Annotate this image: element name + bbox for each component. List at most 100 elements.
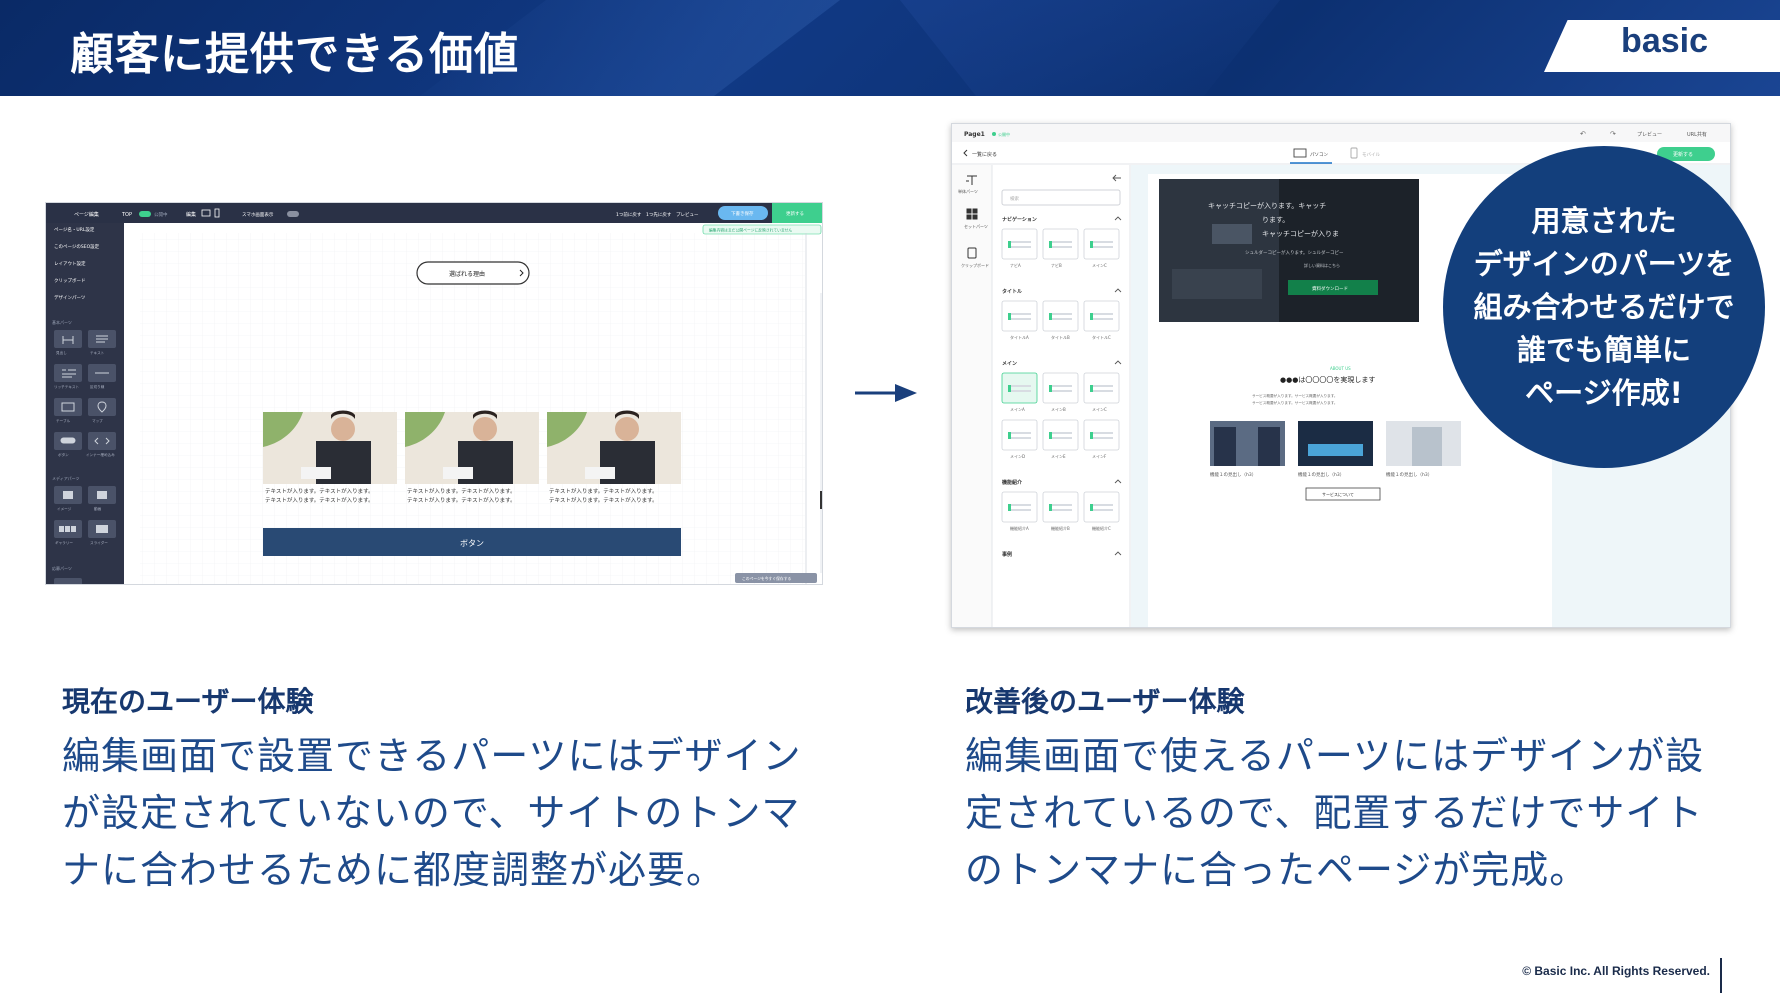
thumbnail-line (1008, 246, 1031, 248)
part-label: メインF (1092, 454, 1107, 459)
part-thumbnail[interactable] (1083, 419, 1120, 451)
thumbnail-line (1008, 432, 1031, 434)
save-draft-label: 下書き保存 (731, 210, 754, 217)
hero-small-text: 詳しい資料はこちら (1304, 262, 1340, 268)
page-scroll-thumb[interactable] (820, 491, 823, 509)
sidebar-item[interactable]: デザインパーツ (54, 294, 86, 301)
heading-part-tile[interactable] (54, 330, 82, 348)
card-text: テキストが入ります。テキストが入ります。 (407, 496, 516, 504)
parts-search-input[interactable] (1001, 189, 1121, 206)
section-title: ナビゲーション (1002, 216, 1037, 223)
part-label: 機能紹介C (1092, 525, 1111, 531)
thumbnail-accent (1049, 313, 1052, 320)
description-line: 定されているので、配置するだけでサイト (965, 791, 1704, 835)
part-thumbnail[interactable] (1001, 372, 1038, 404)
redo-button[interactable]: 1つ先に戻す (646, 211, 672, 218)
map-part-tile[interactable] (88, 398, 116, 416)
gallery-icon (59, 526, 64, 532)
redo-icon[interactable]: ↷ (1610, 130, 1616, 138)
page-title: 顧客に提供できる価値 (70, 29, 520, 80)
slide: 顧客に提供できる価値 basic ページ編集 TOP 公開中 編集 スマホ画面表… (0, 0, 1780, 993)
part-label: メインE (1051, 454, 1066, 459)
part-thumbnail[interactable] (1001, 300, 1038, 332)
copyright: © Basic Inc. All Rights Reserved. (1522, 964, 1710, 978)
part-label: テキスト (90, 350, 105, 355)
sidebar-item[interactable]: ページ名・URL設定 (54, 226, 95, 233)
part-label: ボタン (58, 452, 69, 457)
part-thumbnail[interactable] (1001, 491, 1038, 523)
about-label: ABOUT US (1330, 366, 1351, 371)
page-edit-tab[interactable]: ページ編集 (74, 211, 99, 218)
sidebar-item[interactable]: このページのSEO設定 (54, 243, 100, 250)
url-share-button[interactable]: URL共有 (1687, 131, 1707, 138)
part-thumbnail[interactable] (1042, 419, 1079, 451)
old-editor-ui: ページ編集 TOP 公開中 編集 スマホ画面表示 1つ前に戻す 1つ先に戻す プ… (46, 203, 823, 585)
part-label: タイトルB (1051, 334, 1070, 340)
about-heading: ●●●は〇〇〇〇を実現します (1280, 375, 1375, 384)
card-text: テキストが入ります。テキストが入ります。 (549, 487, 658, 495)
undo-button[interactable]: 1つ前に戻す (616, 211, 642, 218)
thumbnail-line (1049, 318, 1072, 320)
form-part-tile[interactable] (54, 578, 82, 585)
sidebar-item[interactable]: クリップボード (54, 277, 86, 284)
thumbnail-line (1008, 385, 1031, 387)
part-thumbnail[interactable] (1042, 491, 1079, 523)
thumbnail-accent (1008, 241, 1011, 248)
current-ux-description: 編集画面で設置できるパーツにはデザイン が設定されていないので、サイトのトンマ … (62, 728, 801, 899)
table-part-tile[interactable] (54, 398, 82, 416)
part-label: ナビB (1051, 262, 1062, 268)
feature-title: 機能１の見出し（h3） (1210, 471, 1256, 478)
part-label: メインA (1010, 407, 1025, 412)
status-label: 公開中 (998, 131, 1010, 137)
part-label: イメージ (57, 507, 72, 511)
part-thumbnail[interactable] (1083, 300, 1120, 332)
callout-line: ページ作成! (1525, 375, 1683, 410)
hero-copy: キャッチコピーが入ります。キャッチ (1208, 201, 1326, 210)
notice-text: 編集内容はまだ公開ページに反映されていません (709, 228, 792, 233)
callout-badge: 用意された デザインのパーツを 組み合わせるだけで 誰でも簡単に ページ作成! (1443, 146, 1765, 468)
description-line: のトンマナに合ったページが完成。 (965, 848, 1589, 892)
callout-line: 組み合わせるだけで (1473, 289, 1735, 324)
part-label: ギャラリー (55, 540, 73, 545)
improved-ux-description: 編集画面で使えるパーツにはデザインが設 定されているので、配置するだけでサイト … (965, 728, 1704, 899)
part-thumbnail[interactable] (1083, 228, 1120, 260)
preview-button[interactable]: プレビュー (1637, 131, 1662, 138)
footer-divider (1720, 958, 1722, 993)
part-label: スライダー (90, 540, 108, 545)
hero-copy: ります。 (1262, 216, 1289, 224)
card-text: テキストが入ります。テキストが入ります。 (265, 487, 374, 495)
thumbnail-line (1090, 385, 1113, 387)
part-thumbnail[interactable] (1001, 228, 1038, 260)
device-pc-tab[interactable]: パソコン (1310, 152, 1328, 158)
part-thumbnail[interactable] (1083, 491, 1120, 523)
thumbnail-line (1049, 246, 1072, 248)
set-part-icon[interactable] (966, 208, 972, 214)
hero-copy: キャッチコピーが入りま (1262, 229, 1339, 238)
thumbnail-accent (1090, 504, 1093, 511)
about-text: サービス概要が入ります。サービス概要が入ります。 (1252, 393, 1338, 398)
thumbnail-line (1090, 504, 1113, 506)
part-thumbnail[interactable] (1083, 372, 1120, 404)
cta-button-label: ボタン (460, 539, 484, 548)
description-line: 編集画面で使えるパーツにはデザインが設 (965, 734, 1705, 778)
part-thumbnail[interactable] (1042, 300, 1079, 332)
page-scrollbar[interactable] (820, 293, 823, 573)
thumbnail-line (1049, 509, 1072, 511)
sidebar-item[interactable]: レイアウト設定 (54, 260, 86, 267)
embed-part-tile[interactable] (88, 432, 116, 450)
part-thumbnail[interactable] (1001, 419, 1038, 451)
preview-button[interactable]: プレビュー (676, 211, 699, 218)
richtext-part-tile[interactable] (54, 364, 82, 382)
sp-display-toggle[interactable] (287, 211, 299, 217)
part-thumbnail[interactable] (1042, 228, 1079, 260)
thumbnail-line (1008, 313, 1031, 315)
back-to-list-link[interactable]: 一覧に戻る (972, 151, 997, 158)
card-text: テキストが入ります。テキストが入ります。 (549, 496, 658, 504)
section-title: 機能紹介 (1002, 479, 1023, 486)
part-thumbnail[interactable] (1042, 372, 1079, 404)
publish-toggle[interactable] (139, 211, 151, 217)
form-parts-label: 応募パーツ (52, 565, 72, 571)
device-mobile-tab[interactable]: モバイル (1362, 152, 1380, 158)
undo-icon[interactable]: ↶ (1580, 130, 1586, 138)
callout-line: 誰でも簡単に (1516, 332, 1691, 367)
